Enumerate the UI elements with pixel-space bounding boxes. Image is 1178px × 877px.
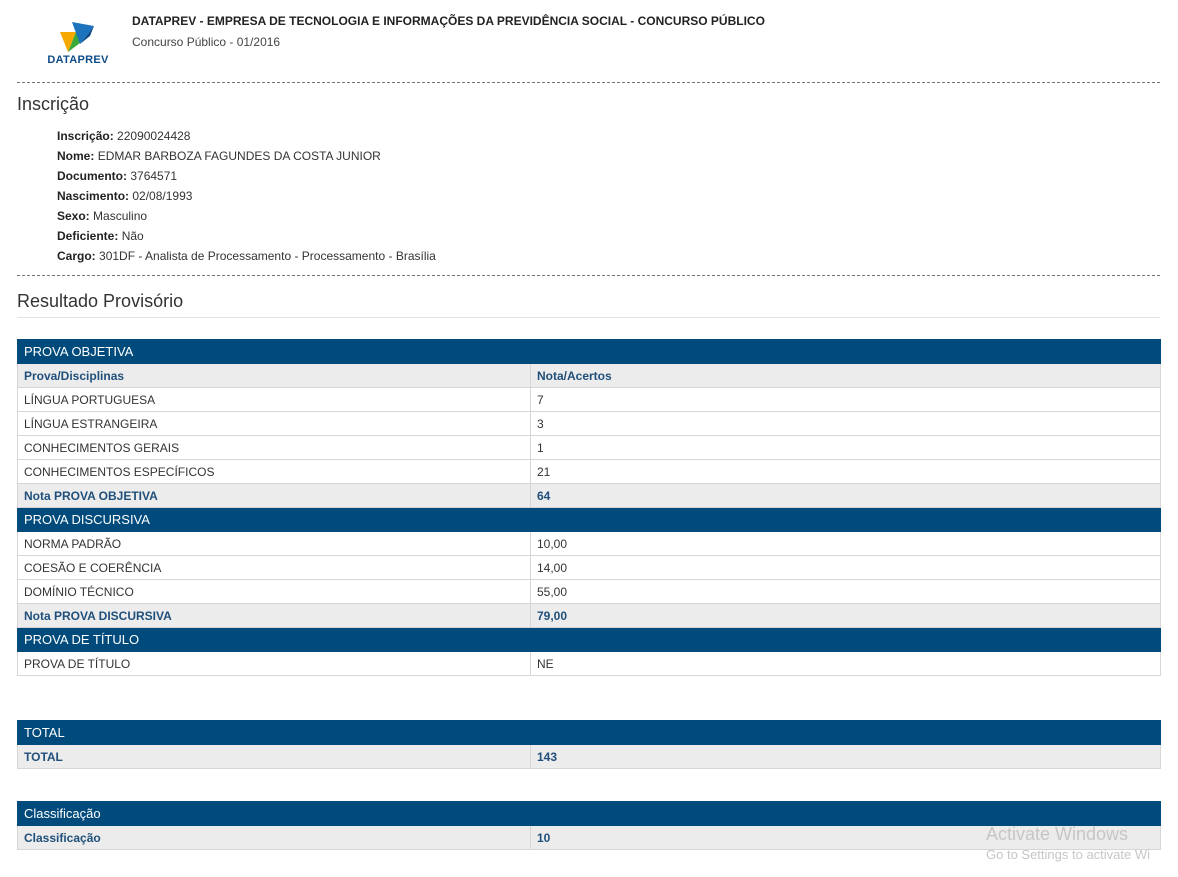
row-value: 21: [529, 459, 1162, 484]
info-value: 02/08/1993: [132, 189, 193, 203]
row-value: 14,00: [529, 555, 1162, 580]
band-label: TOTAL: [16, 720, 1162, 745]
row-value: 10,00: [529, 531, 1162, 556]
info-value: 3764571: [130, 169, 178, 183]
results-table: PROVA OBJETIVA Prova/Disciplinas Nota/Ac…: [16, 339, 1162, 676]
info-row-deficiente: Deficiente: Não: [57, 226, 436, 246]
watermark-subtitle: Go to Settings to activate Wi: [986, 847, 1151, 862]
band-label: PROVA OBJETIVA: [16, 339, 1162, 364]
info-label: Nome:: [57, 149, 95, 163]
summary-label: Nota PROVA DISCURSIVA: [17, 603, 531, 628]
info-row-inscricao: Inscrição: 22090024428: [57, 126, 436, 146]
band-label: PROVA DE TÍTULO: [16, 627, 1162, 652]
divider: [17, 275, 1160, 276]
info-value: 22090024428: [117, 129, 191, 143]
info-value: EDMAR BARBOZA FAGUNDES DA COSTA JUNIOR: [97, 149, 381, 163]
band-label: Classificação: [17, 801, 1161, 826]
row-value: 3: [529, 411, 1162, 436]
dataprev-logo: DATAPREV: [42, 18, 114, 70]
row-name: PROVA DE TÍTULO: [17, 651, 531, 676]
info-row-nome: Nome: EDMAR BARBOZA FAGUNDES DA COSTA JU…: [57, 146, 436, 166]
summary-value: 64: [529, 483, 1162, 508]
info-label: Deficiente:: [57, 229, 119, 243]
activate-windows-watermark: Activate Windows Go to Settings to activ…: [986, 824, 1150, 862]
info-label: Cargo:: [57, 249, 96, 263]
table-row: PROVA DE TÍTULO NE: [17, 651, 1162, 676]
info-label: Nascimento:: [57, 189, 130, 203]
title-underline: [17, 317, 1160, 318]
band-label: PROVA DISCURSIVA: [16, 507, 1162, 532]
org-subtitle: Concurso Público - 01/2016: [132, 35, 281, 49]
row-value: NE: [529, 651, 1162, 676]
watermark-title: Activate Windows: [986, 824, 1129, 844]
table-row: DOMÍNIO TÉCNICO 55,00: [17, 579, 1162, 604]
logo-text: DATAPREV: [47, 54, 109, 66]
summary-label: TOTAL: [17, 744, 531, 769]
row-name: CONHECIMENTOS GERAIS: [17, 435, 531, 460]
table-row: LÍNGUA ESTRANGEIRA 3: [17, 411, 1162, 436]
summary-row-discursiva: Nota PROVA DISCURSIVA 79,00: [17, 603, 1162, 628]
info-label: Documento:: [57, 169, 127, 183]
table-row: CONHECIMENTOS GERAIS 1: [17, 435, 1162, 460]
org-title: DATAPREV - EMPRESA DE TECNOLOGIA E INFOR…: [132, 14, 765, 28]
table-row: COESÃO E COERÊNCIA 14,00: [17, 555, 1162, 580]
band-prova-discursiva: PROVA DISCURSIVA: [16, 507, 1162, 532]
summary-label: Classificação: [17, 825, 531, 850]
info-row-nascimento: Nascimento: 02/08/1993: [57, 186, 436, 206]
info-row-documento: Documento: 3764571: [57, 166, 436, 186]
info-value: Masculino: [93, 209, 148, 223]
row-value: 1: [529, 435, 1162, 460]
info-row-cargo: Cargo: 301DF - Analista de Processamento…: [57, 246, 436, 266]
row-value: 7: [529, 387, 1162, 412]
candidate-info: Inscrição: 22090024428 Nome: EDMAR BARBO…: [57, 126, 436, 266]
row-value: 55,00: [529, 579, 1162, 604]
table-header-row: Prova/Disciplinas Nota/Acertos: [17, 363, 1162, 388]
section-title-inscricao: Inscrição: [17, 94, 90, 114]
section-title-resultado: Resultado Provisório: [17, 291, 184, 311]
summary-value: 79,00: [529, 603, 1162, 628]
divider: [17, 82, 1160, 83]
summary-value: 143: [529, 744, 1162, 769]
row-name: DOMÍNIO TÉCNICO: [17, 579, 531, 604]
summary-row-total: TOTAL 143: [17, 744, 1162, 769]
row-name: LÍNGUA ESTRANGEIRA: [17, 411, 531, 436]
total-table: TOTAL TOTAL 143: [16, 720, 1162, 769]
summary-row-objetiva: Nota PROVA OBJETIVA 64: [17, 483, 1162, 508]
column-header-nota: Nota/Acertos: [529, 363, 1162, 388]
band-prova-objetiva: PROVA OBJETIVA: [16, 339, 1162, 364]
band-total: TOTAL: [16, 720, 1162, 745]
info-value: 301DF - Analista de Processamento - Proc…: [99, 249, 436, 263]
column-header-prova: Prova/Disciplinas: [17, 363, 531, 388]
band-classificacao: Classificação: [17, 801, 1161, 826]
info-label: Inscrição:: [57, 129, 114, 143]
page-header: DATAPREV DATAPREV - EMPRESA DE TECNOLOGI…: [0, 0, 1178, 82]
row-name: CONHECIMENTOS ESPECÍFICOS: [17, 459, 531, 484]
table-row: LÍNGUA PORTUGUESA 7: [17, 387, 1162, 412]
row-name: COESÃO E COERÊNCIA: [17, 555, 531, 580]
info-value: Não: [121, 229, 144, 243]
table-row: NORMA PADRÃO 10,00: [17, 531, 1162, 556]
summary-label: Nota PROVA OBJETIVA: [17, 483, 531, 508]
table-row: CONHECIMENTOS ESPECÍFICOS 21: [17, 459, 1162, 484]
info-row-sexo: Sexo: Masculino: [57, 206, 436, 226]
row-name: LÍNGUA PORTUGUESA: [17, 387, 531, 412]
row-name: NORMA PADRÃO: [17, 531, 531, 556]
band-prova-titulo: PROVA DE TÍTULO: [16, 627, 1162, 652]
dataprev-logo-icon: [60, 22, 94, 52]
info-label: Sexo:: [57, 209, 90, 223]
